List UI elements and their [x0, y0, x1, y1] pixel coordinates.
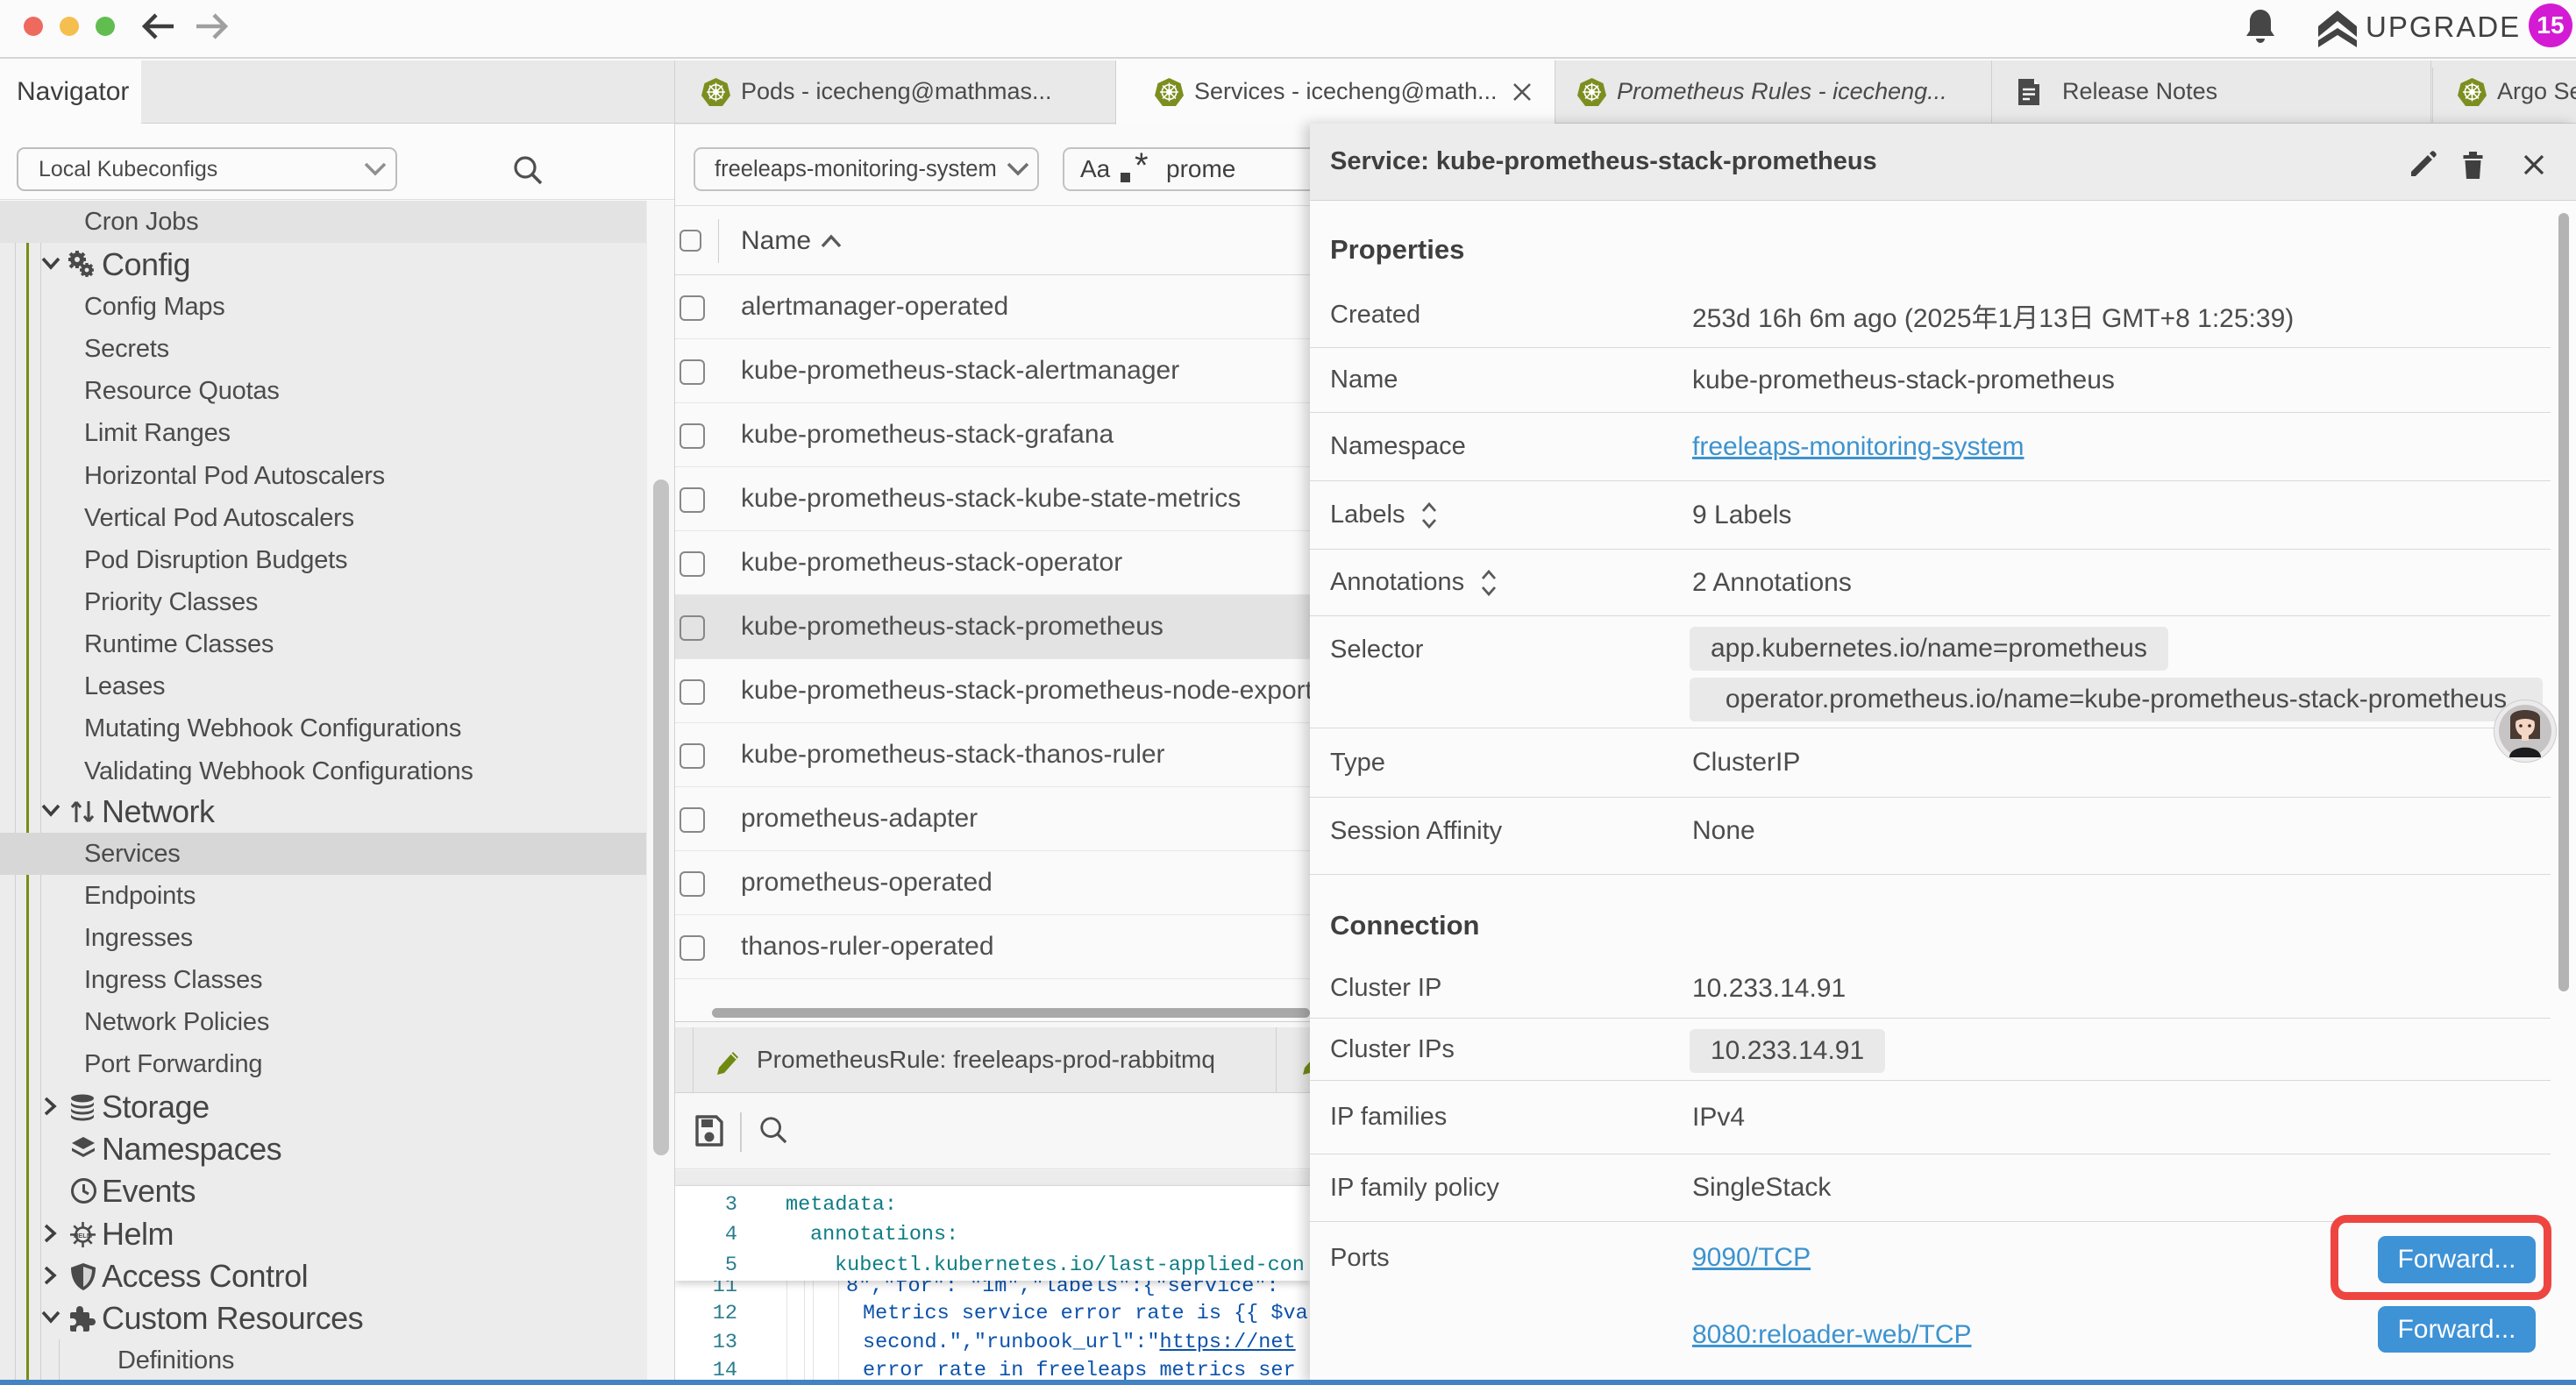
- svg-text:HELM: HELM: [74, 1232, 92, 1239]
